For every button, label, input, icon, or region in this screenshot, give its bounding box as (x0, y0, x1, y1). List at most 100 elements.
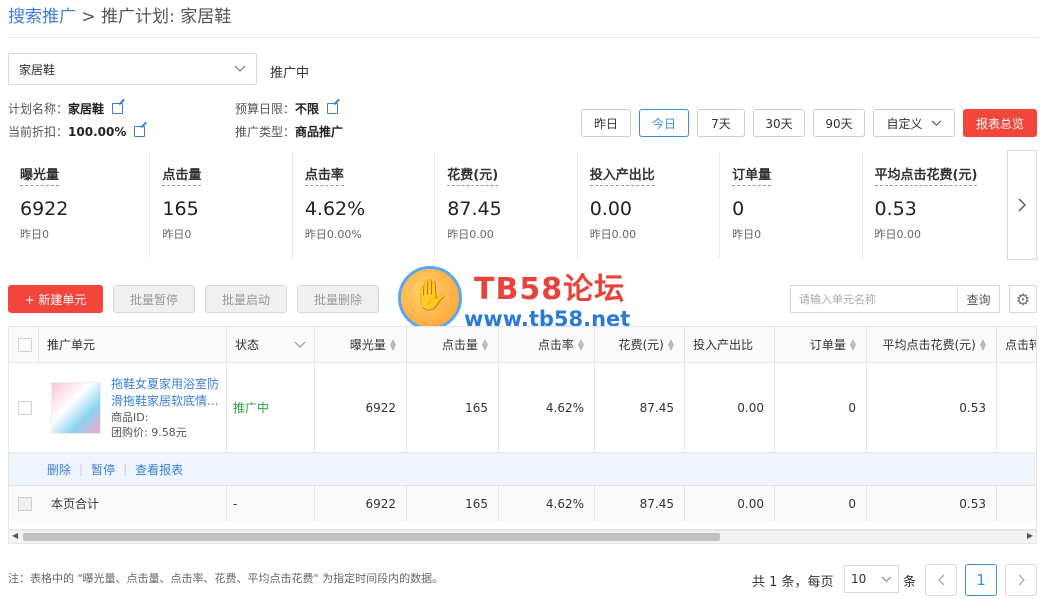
edit-icon[interactable] (112, 103, 124, 114)
metric-label: 点击量 (162, 164, 202, 186)
summary-ctr: 4.62% (499, 486, 595, 521)
metric-ctr: 点击率 4.62% 昨日0.00% (291, 152, 434, 258)
product-info: 拖鞋女夏家用浴室防滑拖鞋家居软底情... 商品ID: 团购价: 9.58元 (111, 376, 226, 440)
unit-cell: 拖鞋女夏家用浴室防滑拖鞋家居软底情... 商品ID: 团购价: 9.58元 (39, 363, 227, 452)
metric-value: 0.53 (874, 198, 917, 220)
row-actions-links: 删除 | 暂停 | 查看报表 (47, 453, 347, 485)
row-impressions: 6922 (315, 363, 407, 452)
col-clicks[interactable]: 点击量 ▲ ▼ (407, 327, 499, 362)
date-7days-button[interactable]: 7天 (697, 109, 745, 137)
col-cost-label: 花费(元) (618, 338, 664, 352)
horizontal-scrollbar[interactable]: ◀ ▶ (8, 530, 1037, 544)
chevron-right-icon (1018, 198, 1026, 212)
plan-select[interactable]: 家居鞋 (8, 53, 257, 85)
metric-yesterday: 昨日0.00 (447, 228, 494, 241)
col-impressions[interactable]: 曝光量 ▲ ▼ (315, 327, 407, 362)
summary-select-cell (9, 486, 39, 521)
col-roi: 投入产出比 (685, 327, 775, 362)
select-all-checkbox[interactable] (18, 337, 32, 352)
table-header: 推广单元 状态 曝光量 ▲ ▼ 点击量 ▲ ▼ 点击率 ▲ ▼ 花费(元) ▲ ▼ 投入产出比 … (9, 327, 1036, 363)
sort-icon: ▲ ▼ (979, 336, 986, 352)
metric-label: 曝光量 (20, 164, 60, 186)
metric-clicks: 点击量 165 昨日0 (149, 152, 291, 258)
breadcrumb-root-link[interactable]: 搜索推广 (8, 7, 76, 27)
metric-label: 投入产出比 (589, 164, 655, 186)
product-thumbnail[interactable] (51, 381, 101, 434)
date-custom-label: 自定义 (886, 116, 923, 131)
type-label: 推广类型： (235, 125, 296, 139)
metric-yesterday: 昨日0.00 (874, 228, 922, 241)
delete-link[interactable]: 删除 (47, 461, 71, 478)
search-button[interactable]: 查询 (957, 286, 999, 312)
sort-icon: ▲ ▼ (849, 336, 856, 352)
metrics-next-button[interactable] (1007, 150, 1037, 260)
date-30days-button[interactable]: 30天 (753, 109, 805, 137)
view-report-link[interactable]: 查看报表 (135, 461, 183, 478)
page-size-select[interactable]: 10 (844, 565, 899, 593)
date-custom-dropdown[interactable]: 自定义 (873, 109, 955, 137)
col-status-label: 状态 (235, 338, 260, 352)
row-checkbox[interactable] (18, 400, 32, 415)
next-page-button[interactable] (1005, 564, 1037, 596)
date-today-button[interactable]: 今日 (639, 109, 689, 137)
row-cost: 87.45 (595, 363, 685, 452)
report-overview-button[interactable]: 报表总览 (963, 109, 1037, 137)
metric-label: 平均点击花费(元) (874, 164, 978, 186)
metric-label: 订单量 (732, 164, 772, 186)
metric-value: 87.45 (447, 198, 502, 220)
batch-start-button[interactable]: 批量启动 (205, 285, 287, 313)
batch-pause-button[interactable]: 批量暂停 (113, 285, 195, 313)
edit-icon[interactable] (327, 103, 339, 114)
metric-yesterday: 昨日0 (162, 228, 192, 241)
row-status: 推广中 (227, 363, 315, 452)
watermark-title: TB58论坛 (474, 272, 626, 307)
col-cpc[interactable]: 平均点击花费(元) ▲ ▼ (867, 327, 997, 362)
metric-impressions: 曝光量 6922 昨日0 (8, 152, 149, 258)
settings-button[interactable]: ⚙ (1009, 285, 1037, 313)
plan-status: 推广中 (270, 66, 310, 81)
col-status[interactable]: 状态 (227, 327, 315, 362)
metric-roi: 投入产出比 0.00 昨日0.00 (576, 152, 719, 258)
scrollbar-thumb[interactable] (23, 533, 720, 541)
chevron-down-icon (294, 341, 306, 348)
batch-delete-button[interactable]: 批量删除 (297, 285, 379, 313)
metric-orders: 订单量 0 昨日0 (719, 152, 861, 258)
metric-cost: 花费(元) 87.45 昨日0.00 (434, 152, 576, 258)
search-input[interactable]: 请输入单元名称 (799, 291, 876, 307)
summary-cpc: 0.53 (867, 486, 997, 521)
col-conversion: 点击转 (1005, 338, 1036, 352)
col-cost[interactable]: 花费(元) ▲ ▼ (595, 327, 685, 362)
col-ctr[interactable]: 点击率 ▲ ▼ (499, 327, 595, 362)
metric-value: 0.00 (589, 198, 632, 220)
chevron-right-icon (1018, 574, 1025, 586)
summary-clicks: 165 (407, 486, 499, 521)
product-title-link[interactable]: 拖鞋女夏家用浴室防滑拖鞋家居软底情... (111, 376, 226, 410)
date-yesterday-button[interactable]: 昨日 (581, 109, 631, 137)
forum-watermark-logo: ✋ TB58论坛 www.tb58.net (398, 264, 658, 334)
scroll-left-icon[interactable]: ◀ (12, 531, 18, 540)
scroll-right-icon[interactable]: ▶ (1027, 531, 1033, 540)
pause-link[interactable]: 暂停 (91, 461, 115, 478)
edit-icon[interactable] (134, 126, 146, 137)
budget-value: 不限 (295, 102, 320, 116)
col-orders[interactable]: 订单量 ▲ ▼ (775, 327, 867, 362)
new-unit-button[interactable]: + 新建单元 (8, 285, 103, 313)
summary-orders: 0 (775, 486, 867, 521)
plan-name-info: 计划名称： 家居鞋 (8, 100, 124, 117)
col-orders-label: 订单量 (809, 338, 846, 352)
row-roi: 0.00 (685, 363, 775, 452)
table-row: 拖鞋女夏家用浴室防滑拖鞋家居软底情... 商品ID: 团购价: 9.58元 推广… (9, 363, 1036, 453)
action-separator: | (123, 462, 128, 476)
product-group-price: 团购价: 9.58元 (111, 425, 187, 439)
discount-info: 当前折扣： 100.00% (8, 123, 146, 140)
col-clicks-label: 点击量 (441, 338, 478, 352)
plan-select-value: 家居鞋 (19, 62, 56, 77)
date-90days-button[interactable]: 90天 (813, 109, 865, 137)
summary-impressions: 6922 (315, 486, 407, 521)
page-number-button[interactable]: 1 (965, 564, 997, 596)
metric-yesterday: 昨日0.00% (304, 228, 362, 241)
prev-page-button[interactable] (925, 564, 957, 596)
col-ctr-label: 点击率 (537, 338, 574, 352)
plan-name-value: 家居鞋 (68, 102, 105, 116)
metric-label: 花费(元) (447, 164, 499, 186)
